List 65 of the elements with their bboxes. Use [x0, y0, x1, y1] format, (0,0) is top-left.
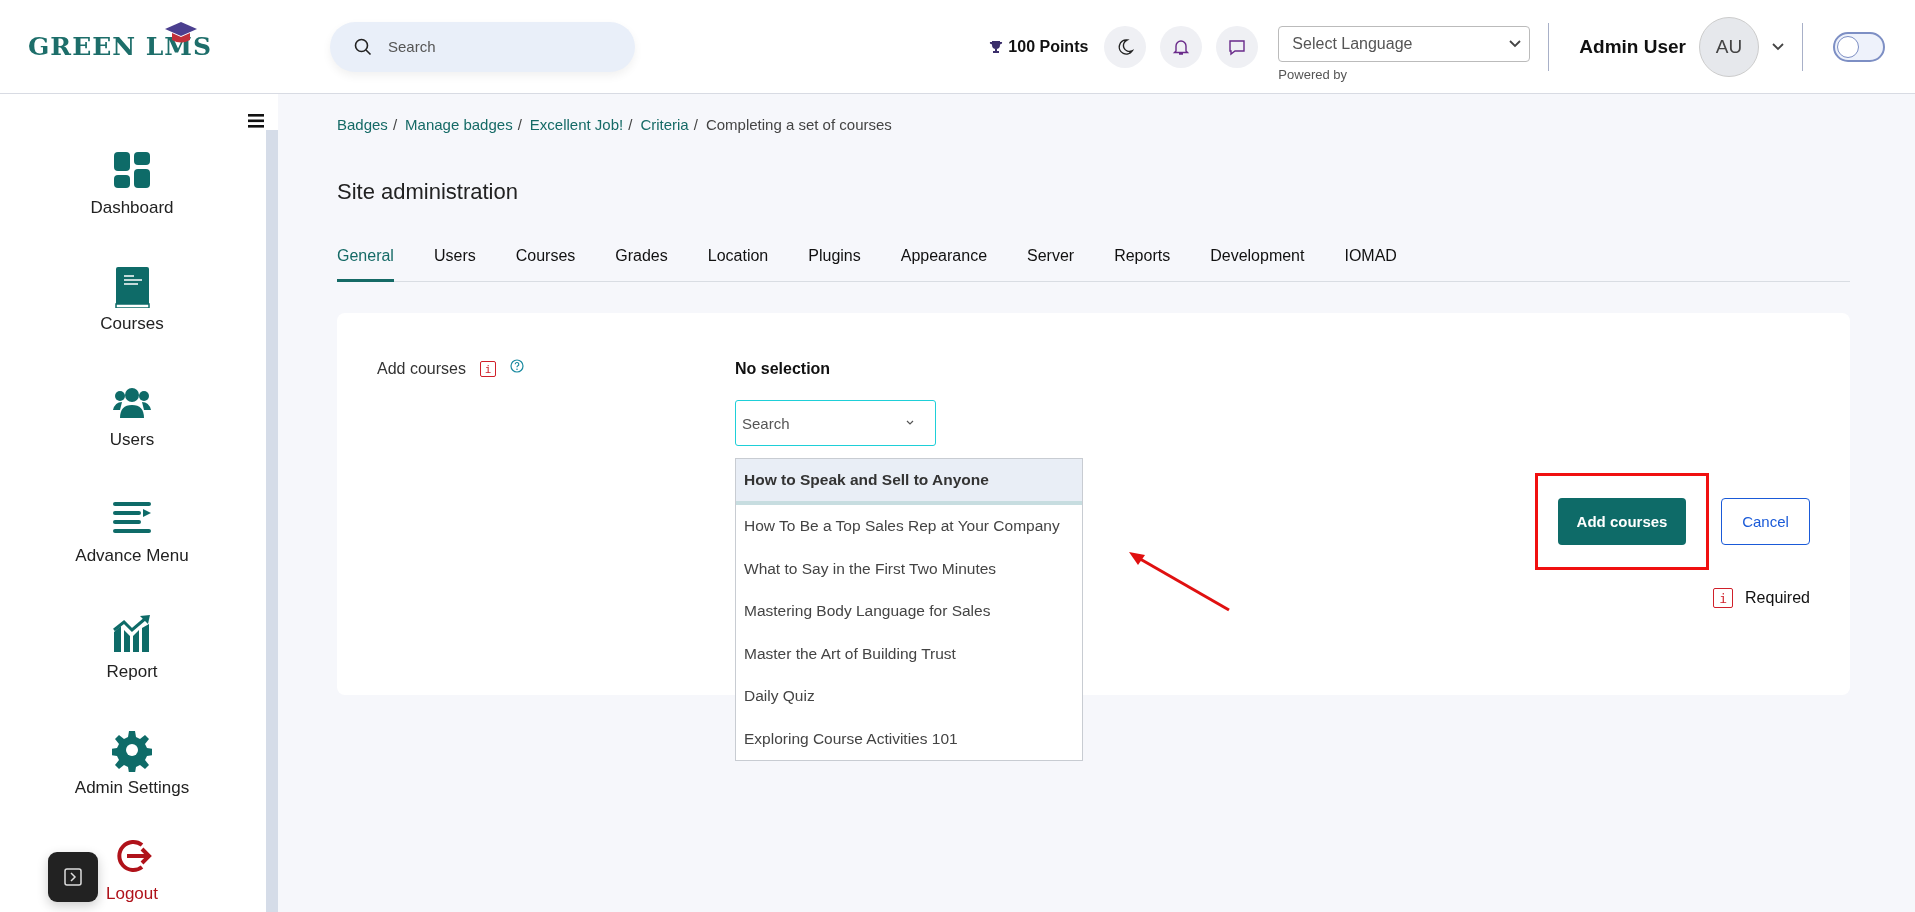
- sidebar-item[interactable]: Advance Menu: [75, 482, 189, 582]
- required-icon: i: [1713, 588, 1734, 608]
- sidebar-item[interactable]: Users: [109, 366, 155, 466]
- tab[interactable]: Courses: [515, 247, 576, 282]
- cancel-button[interactable]: Cancel: [1721, 498, 1810, 545]
- breadcrumb-separator: /: [517, 116, 522, 133]
- chevron-down-icon: [1772, 42, 1784, 51]
- breadcrumb-link[interactable]: Badges: [337, 116, 388, 133]
- expand-button[interactable]: [48, 852, 98, 902]
- breadcrumb-link[interactable]: Manage badges: [405, 116, 513, 133]
- user-name: Admin User: [1579, 35, 1686, 58]
- tab[interactable]: Users: [433, 247, 476, 282]
- suggestion-option[interactable]: Mastering Body Language for Sales: [736, 590, 1082, 633]
- suggestion-option[interactable]: Daily Quiz: [736, 675, 1082, 718]
- suggestion-option[interactable]: Master the Art of Building Trust: [736, 632, 1082, 675]
- chevron-down-icon: [1509, 39, 1522, 48]
- menu-icon: [248, 114, 264, 128]
- selection-text: No selection: [735, 359, 831, 379]
- book-icon: [112, 266, 152, 308]
- breadcrumb-link[interactable]: Excellent Job!: [529, 116, 624, 133]
- sidebar-item[interactable]: Dashboard: [90, 134, 174, 234]
- required-legend: Required: [1745, 589, 1810, 607]
- suggestion-option[interactable]: What to Say in the First Two Minutes: [736, 547, 1082, 590]
- suggestion-option[interactable]: How to Speak and Sell to Anyone: [736, 459, 1082, 505]
- breadcrumb-link[interactable]: Criteria: [640, 116, 689, 133]
- tab[interactable]: Reports: [1114, 247, 1171, 282]
- search-icon: [354, 37, 372, 56]
- gear-icon: [112, 730, 152, 772]
- points-label: 100 Points: [1008, 37, 1089, 56]
- tab[interactable]: General: [337, 247, 394, 282]
- sidebar-item[interactable]: Courses: [100, 250, 164, 350]
- chat-icon: [1228, 37, 1247, 56]
- tab[interactable]: IOMAD: [1344, 247, 1397, 282]
- trophy-icon: [989, 39, 1004, 54]
- help-icon: [509, 359, 524, 373]
- language-select[interactable]: Select Language: [1278, 25, 1531, 62]
- breadcrumb-current: Completing a set of courses: [705, 116, 892, 133]
- add-courses-button[interactable]: Add courses: [1558, 498, 1686, 545]
- tab[interactable]: Server: [1027, 247, 1075, 282]
- tab[interactable]: Appearance: [900, 247, 988, 282]
- chevron-down-icon: [906, 420, 914, 426]
- breadcrumb-separator: /: [628, 116, 633, 133]
- chevron-right-box-icon: [63, 867, 83, 887]
- breadcrumb-separator: /: [392, 116, 398, 133]
- bell-icon: [1172, 37, 1191, 56]
- user-avatar[interactable]: AU: [1699, 16, 1759, 77]
- required-icon: i: [479, 361, 496, 377]
- field-label: Add courses: [377, 359, 466, 379]
- tab[interactable]: Development: [1210, 247, 1305, 282]
- page-title: Site administration: [337, 179, 519, 205]
- moon-icon: [1116, 37, 1135, 56]
- breadcrumb-separator: /: [693, 116, 698, 133]
- course-search-field[interactable]: Search: [735, 400, 936, 446]
- powered-by-text: Powered by: [1278, 66, 1348, 82]
- search-field[interactable]: Search: [330, 21, 635, 72]
- sidebar-item[interactable]: Report: [106, 598, 158, 698]
- suggestion-option[interactable]: Exploring Course Activities 101: [736, 717, 1082, 760]
- suggestion-option[interactable]: How To Be a Top Sales Rep at Your Company: [736, 505, 1082, 548]
- tab[interactable]: Grades: [615, 247, 668, 282]
- toggle-switch[interactable]: [1833, 31, 1885, 62]
- tab[interactable]: Plugins: [808, 247, 861, 282]
- scrollbar[interactable]: [266, 130, 278, 912]
- tab[interactable]: Location: [707, 247, 769, 282]
- sidebar-item[interactable]: Admin Settings: [74, 714, 190, 814]
- sidebar-item[interactable]: Logout: [106, 830, 158, 910]
